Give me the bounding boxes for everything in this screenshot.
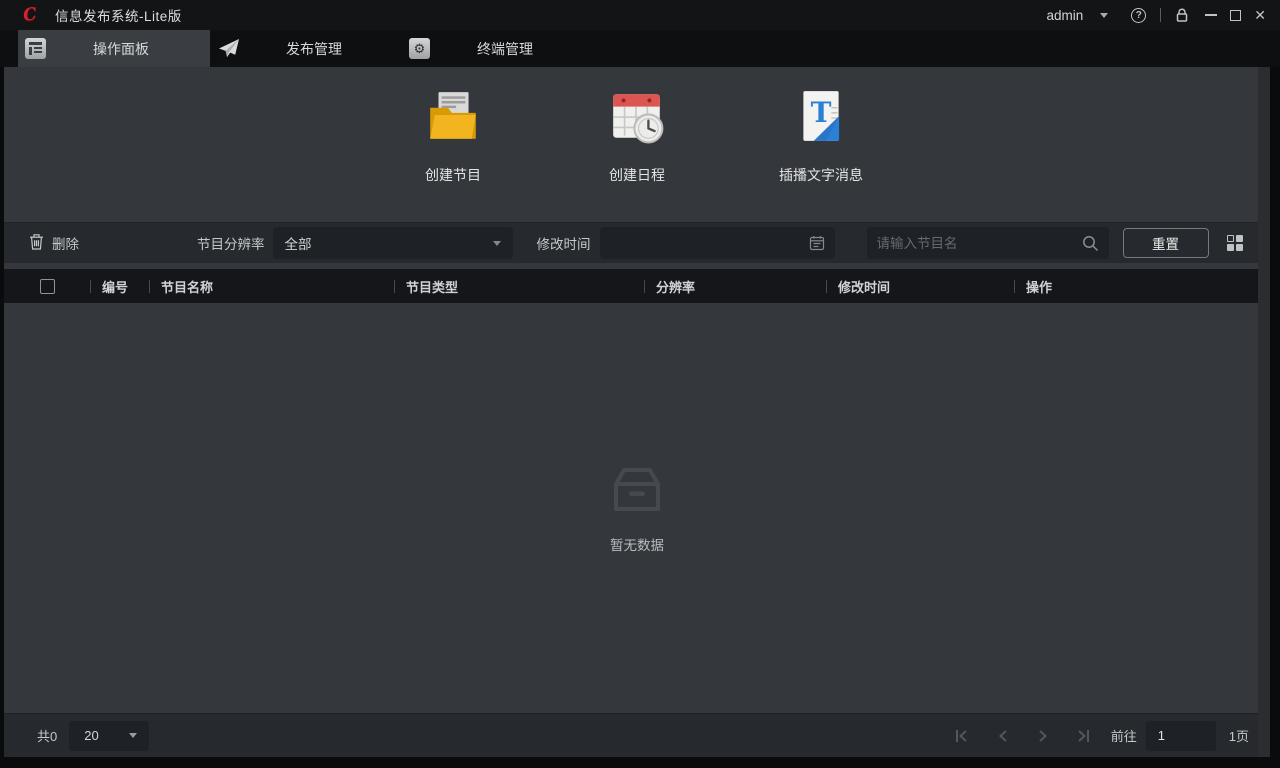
search-box <box>867 227 1109 259</box>
column-header-time[interactable]: 修改时间 <box>826 269 1014 303</box>
app-logo-icon: C <box>19 4 42 27</box>
title-bar: C 信息发布系统-Lite版 admin ? ✕ <box>0 0 1280 30</box>
app-title: 信息发布系统-Lite版 <box>55 5 182 25</box>
calendar-clock-icon <box>608 87 666 150</box>
pagination-bar: 共0 20 前往 1页 <box>4 713 1270 757</box>
total-count-label: 共0 <box>37 726 57 745</box>
reset-button[interactable]: 重置 <box>1123 228 1209 258</box>
maximize-button[interactable] <box>1230 10 1241 21</box>
column-header-operation[interactable]: 操作 <box>1014 269 1270 303</box>
next-page-button[interactable] <box>1023 729 1063 743</box>
page-count-label: 1页 <box>1229 726 1249 745</box>
quick-actions: 创建节目 创建日程 <box>4 67 1270 222</box>
modified-time-input[interactable] <box>600 227 835 259</box>
resolution-filter-label: 节目分辨率 <box>197 233 265 253</box>
empty-state: 暂无数据 <box>606 463 668 554</box>
tab-label: 操作面板 <box>46 39 210 59</box>
column-header-id[interactable]: 编号 <box>90 269 149 303</box>
empty-box-icon <box>606 463 668 517</box>
scrollbar-gutter[interactable] <box>1258 67 1270 757</box>
main-tab-bar: 操作面板 发布管理 ⚙ 终端管理 <box>0 30 1280 67</box>
app-window: C 信息发布系统-Lite版 admin ? ✕ 操作面板 发布管理 <box>0 0 1280 768</box>
last-page-button[interactable] <box>1063 729 1103 743</box>
chevron-down-icon <box>493 241 501 246</box>
tab-label: 发布管理 <box>240 39 402 59</box>
text-message-icon: T <box>792 87 850 150</box>
main-panel: 创建节目 创建日程 <box>4 67 1270 757</box>
table-body: 暂无数据 <box>4 303 1270 713</box>
empty-state-text: 暂无数据 <box>610 534 664 554</box>
filter-bar: 删除 节目分辨率 全部 修改时间 重置 <box>4 222 1270 263</box>
pagination-nav: 前往 1页 <box>943 721 1270 751</box>
resolution-select[interactable]: 全部 <box>273 227 513 259</box>
goto-page-input[interactable] <box>1146 721 1216 751</box>
create-program-action[interactable]: 创建节目 <box>361 87 545 222</box>
tab-operation-panel[interactable]: 操作面板 <box>18 30 210 67</box>
search-input[interactable] <box>877 236 1082 251</box>
column-header-resolution[interactable]: 分辨率 <box>644 269 826 303</box>
grid-view-icon[interactable] <box>1227 235 1243 251</box>
svg-text:T: T <box>811 96 832 129</box>
column-header-name[interactable]: 节目名称 <box>149 269 394 303</box>
page-size-value: 20 <box>84 728 98 743</box>
delete-button[interactable]: 删除 <box>29 233 79 253</box>
goto-page-label: 前往 <box>1111 726 1137 745</box>
action-label: 创建节目 <box>425 165 481 185</box>
help-icon[interactable]: ? <box>1131 8 1146 23</box>
page-size-select[interactable]: 20 <box>69 721 149 751</box>
create-schedule-action[interactable]: 创建日程 <box>545 87 729 222</box>
action-label: 插播文字消息 <box>779 165 863 185</box>
resolution-select-value: 全部 <box>285 233 312 253</box>
modified-time-filter-label: 修改时间 <box>537 233 591 253</box>
table-header: 编号 节目名称 节目类型 分辨率 修改时间 操作 <box>4 269 1270 303</box>
delete-label: 删除 <box>52 233 79 253</box>
tab-terminal-management[interactable]: ⚙ 终端管理 <box>402 30 594 67</box>
calendar-icon <box>809 235 825 251</box>
terminal-gear-icon: ⚙ <box>409 38 430 59</box>
action-label: 创建日程 <box>609 165 665 185</box>
close-button[interactable]: ✕ <box>1254 8 1266 22</box>
tab-publish-management[interactable]: 发布管理 <box>210 30 402 67</box>
column-header-type[interactable]: 节目类型 <box>394 269 644 303</box>
tab-label: 终端管理 <box>430 39 594 59</box>
minimize-button[interactable] <box>1205 14 1217 16</box>
select-all-checkbox[interactable] <box>40 279 55 294</box>
insert-text-message-action[interactable]: T 插播文字消息 <box>729 87 913 222</box>
prev-page-button[interactable] <box>983 729 1023 743</box>
first-page-button[interactable] <box>943 729 983 743</box>
lock-icon[interactable] <box>1175 8 1189 23</box>
trash-icon <box>29 233 44 253</box>
user-menu-label[interactable]: admin <box>1046 8 1083 23</box>
folder-program-icon <box>424 87 482 150</box>
titlebar-divider <box>1160 8 1161 22</box>
search-icon[interactable] <box>1082 235 1099 252</box>
chevron-down-icon <box>129 733 137 738</box>
panel-icon <box>25 38 46 59</box>
user-menu-caret-icon[interactable] <box>1100 13 1108 18</box>
paper-plane-icon <box>217 38 240 59</box>
